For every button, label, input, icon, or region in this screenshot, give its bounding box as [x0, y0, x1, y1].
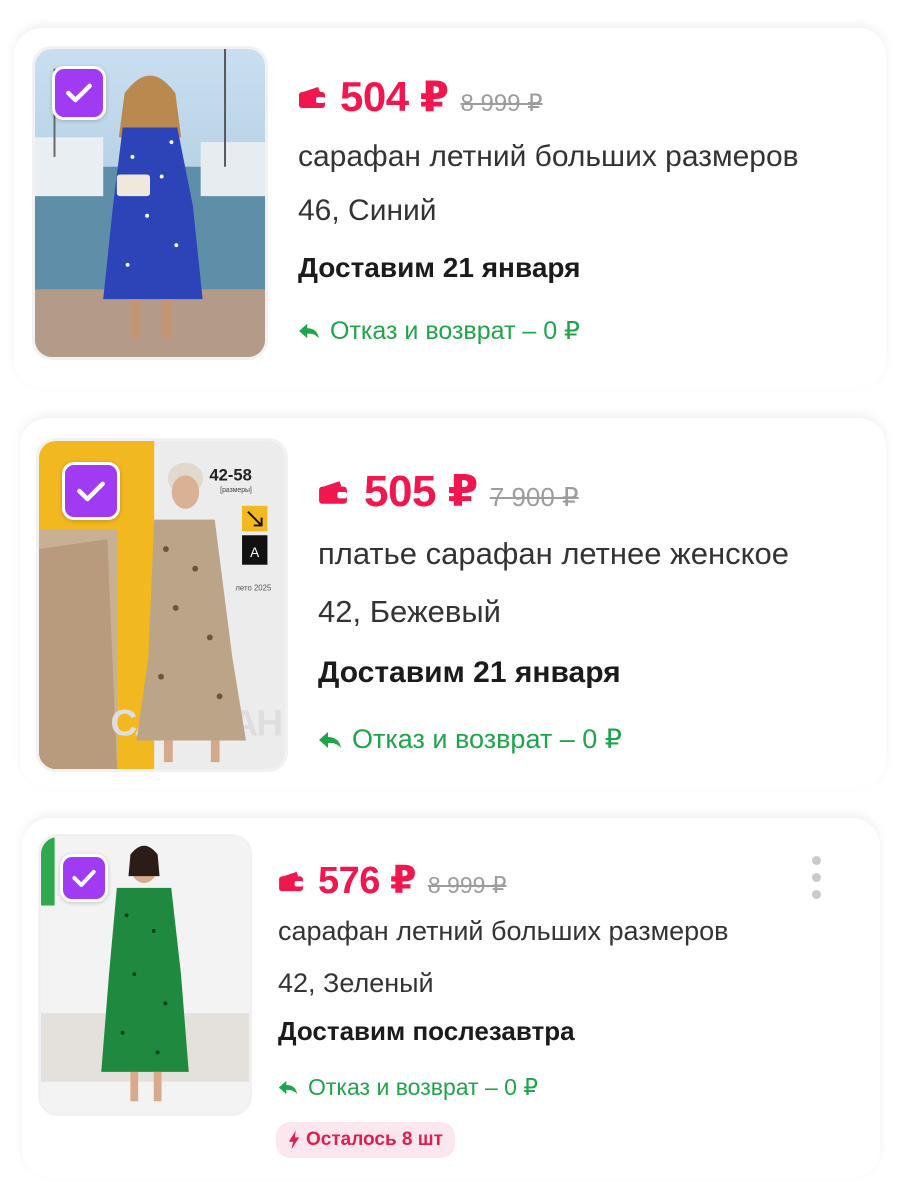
return-arrow-icon [319, 731, 341, 748]
product-variant: 42, Зеленый [278, 968, 434, 998]
product-title[interactable]: платье сарафан летнее женское [318, 536, 789, 572]
cart-item-card: 576 ₽ 8 999 ₽ сарафан летний больших раз… [22, 818, 880, 1178]
product-variant: 46, Синий [298, 194, 437, 227]
lightning-icon [288, 1130, 300, 1150]
checkmark-icon [77, 481, 105, 502]
select-checkbox[interactable] [52, 66, 106, 120]
product-title[interactable]: сарафан летний больших размеров [298, 140, 799, 174]
wallet-icon [318, 479, 348, 505]
more-vertical-icon[interactable] [812, 856, 821, 907]
sizes-label: 42-58 [209, 465, 251, 484]
return-text: Отказ и возврат – 0 ₽ [308, 1074, 538, 1100]
brand-letter: A [250, 545, 260, 560]
old-price: 8 999 ₽ [460, 90, 543, 117]
return-policy[interactable]: Отказ и возврат – 0 ₽ [298, 316, 580, 346]
delivery-date: Доставим 21 января [298, 252, 581, 283]
return-arrow-icon [299, 323, 319, 339]
stock-badge: Осталось 8 шт [276, 1122, 455, 1158]
return-policy[interactable]: Отказ и возврат – 0 ₽ [278, 1074, 538, 1101]
product-variant: 42, Бежевый [318, 594, 501, 629]
current-price: 505 ₽ [364, 467, 478, 516]
return-text: Отказ и возврат – 0 ₽ [330, 317, 580, 345]
stock-text: Осталось 8 шт [306, 1129, 443, 1150]
return-text: Отказ и возврат – 0 ₽ [352, 724, 622, 754]
wallet-icon [278, 870, 304, 892]
price-row: 504 ₽ 8 999 ₽ [298, 72, 542, 121]
wallet-icon [298, 85, 326, 109]
current-price: 504 ₽ [340, 73, 449, 120]
checkmark-icon [72, 869, 96, 887]
old-price: 8 999 ₽ [427, 872, 507, 898]
delivery-date: Доставим послезавтра [278, 1016, 575, 1046]
select-checkbox[interactable] [62, 462, 120, 520]
season-label: лето 2025 [235, 583, 272, 592]
product-title[interactable]: сарафан летний больших размеров [278, 916, 729, 947]
price-row: 576 ₽ 8 999 ₽ [278, 858, 507, 903]
checkmark-icon [66, 83, 92, 103]
old-price: 7 900 ₽ [489, 482, 579, 512]
delivery-date: Доставим 21 января [318, 656, 621, 689]
return-arrow-icon [278, 1080, 298, 1095]
cart-item-card: 42-58 [размеры] A лето 2025 САРАФАН 505 … [20, 418, 886, 788]
sizes-caption: [размеры] [220, 487, 252, 494]
price-row: 505 ₽ 7 900 ₽ [318, 466, 579, 517]
current-price: 576 ₽ [318, 860, 416, 902]
return-policy[interactable]: Отказ и возврат – 0 ₽ [318, 724, 622, 755]
cart-item-card: 504 ₽ 8 999 ₽ сарафан летний больших раз… [14, 28, 886, 388]
select-checkbox[interactable] [60, 854, 108, 902]
